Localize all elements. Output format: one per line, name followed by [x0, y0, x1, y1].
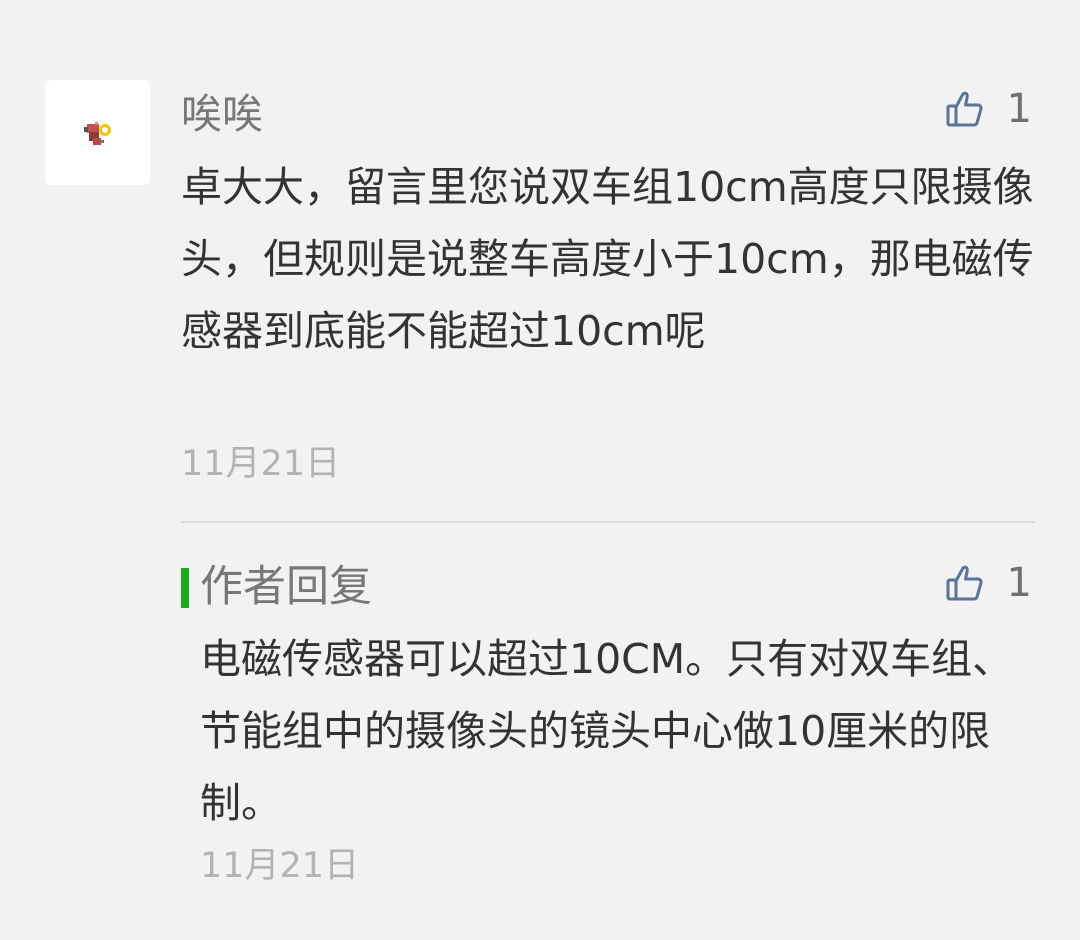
divider	[181, 521, 1035, 523]
comment-date: 11月21日	[181, 444, 341, 484]
commenter-name[interactable]: 唉唉	[181, 86, 263, 142]
like-count: 1	[1006, 560, 1032, 606]
comment-text: 卓大大，留言里您说双车组10cm高度只限摄像头，但规则是说整车高度小于10cm，…	[181, 163, 1034, 355]
avatar-image	[84, 122, 111, 145]
thumbs-up-icon	[946, 565, 983, 601]
author-reply-label: 作者回复	[200, 562, 372, 612]
thumbs-up-icon	[946, 91, 983, 127]
avatar[interactable]	[45, 80, 150, 185]
reply-like-button[interactable]: 1	[945, 556, 1032, 610]
reply-text: 电磁传感器可以超过10CM。只有对双车组、节能组中的摄像头的镜头中心做10厘米的…	[200, 635, 1014, 827]
comment-like-button[interactable]: 1	[945, 82, 1032, 136]
reply-accent-bar	[181, 568, 189, 608]
reply-date: 11月21日	[200, 846, 360, 886]
like-count: 1	[1006, 86, 1032, 132]
